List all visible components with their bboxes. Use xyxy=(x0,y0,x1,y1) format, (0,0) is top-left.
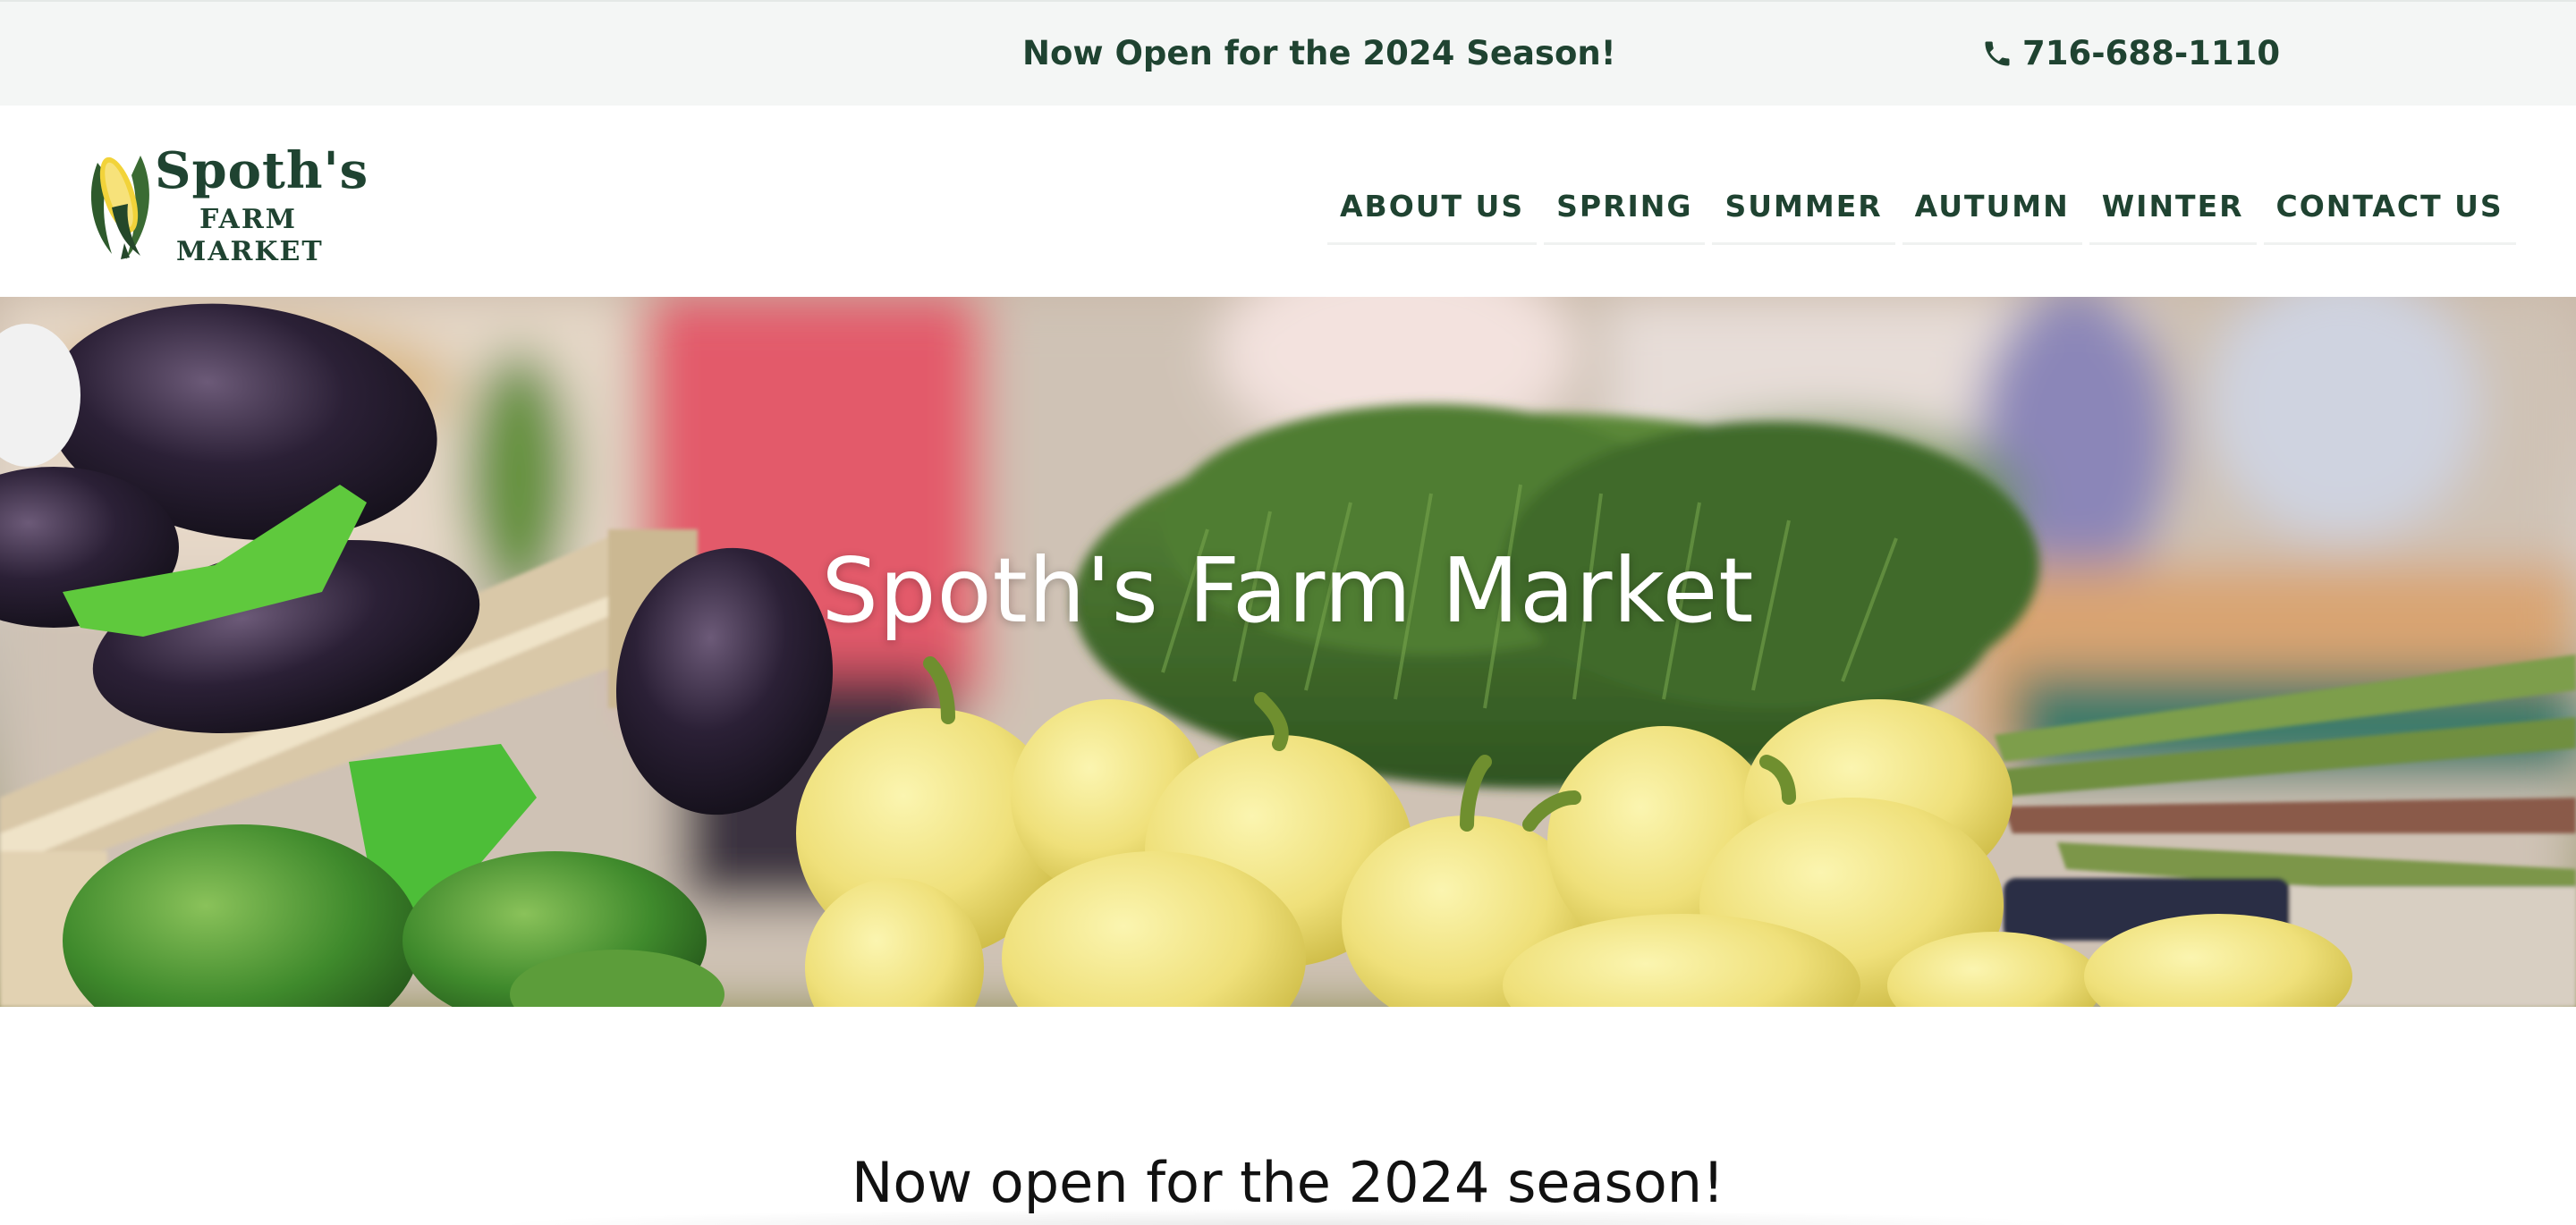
corn-icon xyxy=(90,156,149,259)
main-navigation: ABOUT US SPRING SUMMER AUTUMN WINTER CON… xyxy=(1327,170,2516,245)
logo-text-spoths: Spoth's xyxy=(155,141,369,200)
section-shadow xyxy=(483,1209,2093,1225)
nav-summer[interactable]: SUMMER xyxy=(1712,170,1895,245)
hero-title: Spoth's Farm Market xyxy=(821,538,1755,643)
phone-icon xyxy=(1985,41,2010,65)
logo-text-farm: FARM xyxy=(199,204,297,235)
site-header: Spoth's FARM MARKET ABOUT US SPRING SUMM… xyxy=(0,106,2576,297)
season-announcement: Now Open for the 2024 Season! xyxy=(1022,34,1616,72)
nav-about-us[interactable]: ABOUT US xyxy=(1327,170,1538,245)
phone-number: 716-688-1110 xyxy=(2022,34,2281,72)
phone-link[interactable]: 716-688-1110 xyxy=(1981,34,2280,72)
season-heading: Now open for the 2024 season! xyxy=(852,1150,1724,1215)
hero-banner: Spoth's Farm Market xyxy=(0,297,2576,1007)
hero-produce-image xyxy=(0,297,2576,1007)
logo-text-market: MARKET xyxy=(176,236,324,267)
site-logo[interactable]: Spoth's FARM MARKET xyxy=(85,141,368,267)
nav-autumn[interactable]: AUTUMN xyxy=(1902,170,2082,245)
nav-winter[interactable]: WINTER xyxy=(2089,170,2257,245)
top-announcement-bar: Now Open for the 2024 Season! 716-688-11… xyxy=(0,0,2576,106)
nav-contact-us[interactable]: CONTACT US xyxy=(2263,170,2516,245)
nav-spring[interactable]: SPRING xyxy=(1544,170,1706,245)
